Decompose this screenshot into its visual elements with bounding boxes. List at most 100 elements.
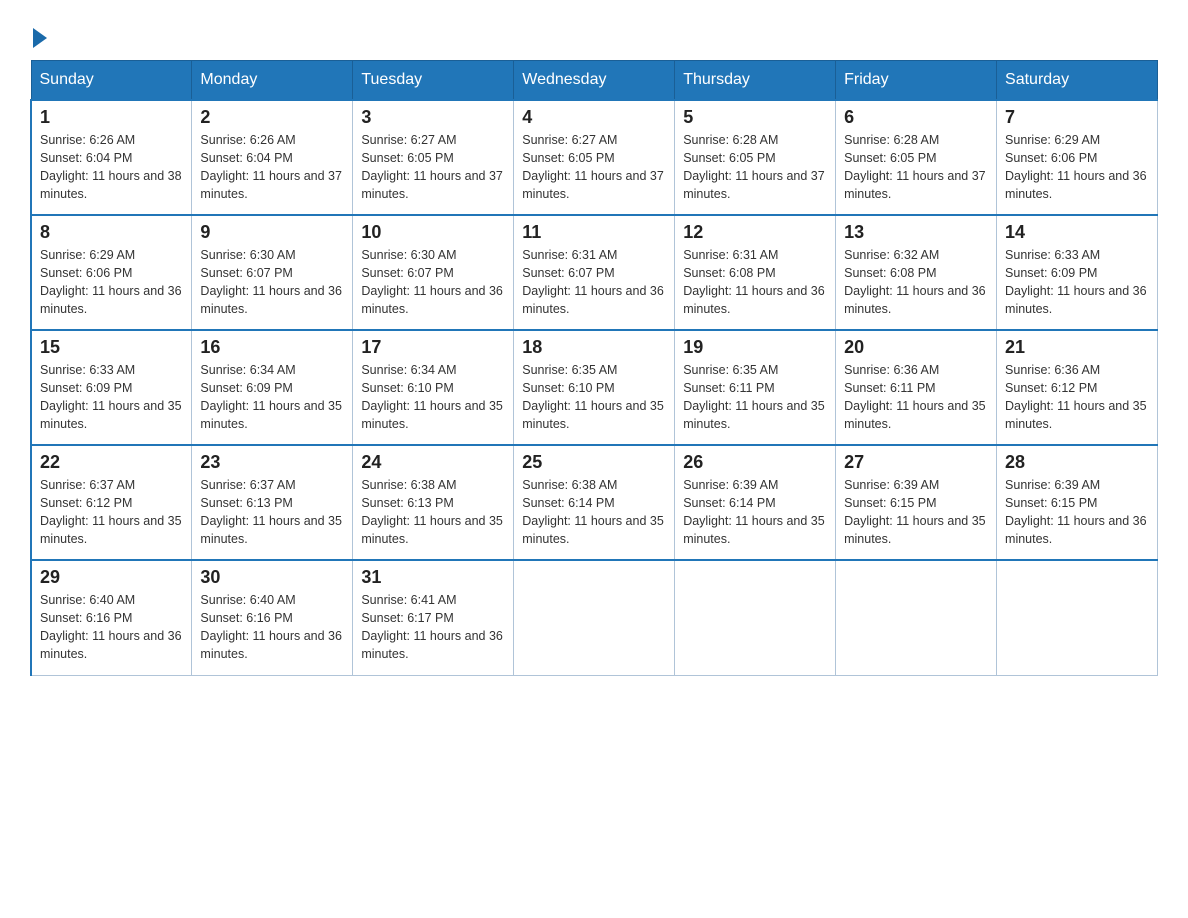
calendar-day-cell: 5 Sunrise: 6:28 AMSunset: 6:05 PMDaylight…	[675, 100, 836, 215]
day-info: Sunrise: 6:32 AMSunset: 6:08 PMDaylight:…	[844, 246, 988, 319]
day-info: Sunrise: 6:30 AMSunset: 6:07 PMDaylight:…	[361, 246, 505, 319]
day-info: Sunrise: 6:36 AMSunset: 6:12 PMDaylight:…	[1005, 361, 1149, 434]
day-number: 5	[683, 107, 827, 128]
calendar-day-cell: 13 Sunrise: 6:32 AMSunset: 6:08 PMDayligh…	[836, 215, 997, 330]
day-number: 9	[200, 222, 344, 243]
day-number: 8	[40, 222, 183, 243]
day-info: Sunrise: 6:34 AMSunset: 6:10 PMDaylight:…	[361, 361, 505, 434]
day-info: Sunrise: 6:33 AMSunset: 6:09 PMDaylight:…	[40, 361, 183, 434]
day-info: Sunrise: 6:28 AMSunset: 6:05 PMDaylight:…	[683, 131, 827, 204]
calendar-day-cell: 10 Sunrise: 6:30 AMSunset: 6:07 PMDayligh…	[353, 215, 514, 330]
calendar-day-cell: 16 Sunrise: 6:34 AMSunset: 6:09 PMDayligh…	[192, 330, 353, 445]
day-number: 19	[683, 337, 827, 358]
day-info: Sunrise: 6:38 AMSunset: 6:13 PMDaylight:…	[361, 476, 505, 549]
day-info: Sunrise: 6:39 AMSunset: 6:14 PMDaylight:…	[683, 476, 827, 549]
day-info: Sunrise: 6:35 AMSunset: 6:11 PMDaylight:…	[683, 361, 827, 434]
calendar-week-row: 29Sunrise: 6:40 AMSunset: 6:16 PMDayligh…	[31, 560, 1158, 675]
logo	[30, 20, 47, 44]
day-info: Sunrise: 6:41 AMSunset: 6:17 PMDaylight:…	[361, 591, 505, 664]
empty-cell	[997, 560, 1158, 675]
calendar-day-cell: 6 Sunrise: 6:28 AMSunset: 6:05 PMDaylight…	[836, 100, 997, 215]
day-info: Sunrise: 6:31 AMSunset: 6:07 PMDaylight:…	[522, 246, 666, 319]
day-number: 24	[361, 452, 505, 473]
weekday-header-friday: Friday	[836, 61, 997, 101]
calendar-day-cell: 17Sunrise: 6:34 AMSunset: 6:10 PMDayligh…	[353, 330, 514, 445]
calendar-day-cell: 22 Sunrise: 6:37 AMSunset: 6:12 PMDayligh…	[31, 445, 192, 560]
weekday-header-row: SundayMondayTuesdayWednesdayThursdayFrid…	[31, 61, 1158, 101]
weekday-header-thursday: Thursday	[675, 61, 836, 101]
day-number: 15	[40, 337, 183, 358]
day-info: Sunrise: 6:31 AMSunset: 6:08 PMDaylight:…	[683, 246, 827, 319]
weekday-header-sunday: Sunday	[31, 61, 192, 101]
day-info: Sunrise: 6:38 AMSunset: 6:14 PMDaylight:…	[522, 476, 666, 549]
calendar-day-cell: 15 Sunrise: 6:33 AMSunset: 6:09 PMDayligh…	[31, 330, 192, 445]
calendar-day-cell: 11 Sunrise: 6:31 AMSunset: 6:07 PMDayligh…	[514, 215, 675, 330]
empty-cell	[836, 560, 997, 675]
calendar-day-cell: 29Sunrise: 6:40 AMSunset: 6:16 PMDayligh…	[31, 560, 192, 675]
calendar-day-cell: 24 Sunrise: 6:38 AMSunset: 6:13 PMDayligh…	[353, 445, 514, 560]
calendar-day-cell: 25 Sunrise: 6:38 AMSunset: 6:14 PMDayligh…	[514, 445, 675, 560]
day-info: Sunrise: 6:27 AMSunset: 6:05 PMDaylight:…	[361, 131, 505, 204]
day-number: 31	[361, 567, 505, 588]
day-number: 2	[200, 107, 344, 128]
calendar-week-row: 8 Sunrise: 6:29 AMSunset: 6:06 PMDaylight…	[31, 215, 1158, 330]
day-number: 12	[683, 222, 827, 243]
day-info: Sunrise: 6:37 AMSunset: 6:12 PMDaylight:…	[40, 476, 183, 549]
day-number: 6	[844, 107, 988, 128]
day-info: Sunrise: 6:39 AMSunset: 6:15 PMDaylight:…	[1005, 476, 1149, 549]
weekday-header-saturday: Saturday	[997, 61, 1158, 101]
calendar-day-cell: 27 Sunrise: 6:39 AMSunset: 6:15 PMDayligh…	[836, 445, 997, 560]
day-info: Sunrise: 6:26 AMSunset: 6:04 PMDaylight:…	[40, 131, 183, 204]
weekday-header-tuesday: Tuesday	[353, 61, 514, 101]
day-info: Sunrise: 6:28 AMSunset: 6:05 PMDaylight:…	[844, 131, 988, 204]
weekday-header-wednesday: Wednesday	[514, 61, 675, 101]
day-number: 11	[522, 222, 666, 243]
day-number: 30	[200, 567, 344, 588]
day-number: 13	[844, 222, 988, 243]
day-number: 23	[200, 452, 344, 473]
day-info: Sunrise: 6:40 AMSunset: 6:16 PMDaylight:…	[200, 591, 344, 664]
calendar-day-cell: 14Sunrise: 6:33 AMSunset: 6:09 PMDayligh…	[997, 215, 1158, 330]
day-number: 4	[522, 107, 666, 128]
day-number: 18	[522, 337, 666, 358]
calendar-day-cell: 4Sunrise: 6:27 AMSunset: 6:05 PMDaylight…	[514, 100, 675, 215]
calendar-day-cell: 2Sunrise: 6:26 AMSunset: 6:04 PMDaylight…	[192, 100, 353, 215]
day-info: Sunrise: 6:29 AMSunset: 6:06 PMDaylight:…	[40, 246, 183, 319]
calendar-day-cell: 7 Sunrise: 6:29 AMSunset: 6:06 PMDaylight…	[997, 100, 1158, 215]
empty-cell	[514, 560, 675, 675]
day-info: Sunrise: 6:34 AMSunset: 6:09 PMDaylight:…	[200, 361, 344, 434]
day-info: Sunrise: 6:36 AMSunset: 6:11 PMDaylight:…	[844, 361, 988, 434]
day-number: 27	[844, 452, 988, 473]
day-number: 3	[361, 107, 505, 128]
day-number: 25	[522, 452, 666, 473]
day-number: 10	[361, 222, 505, 243]
day-number: 16	[200, 337, 344, 358]
calendar-week-row: 22 Sunrise: 6:37 AMSunset: 6:12 PMDayligh…	[31, 445, 1158, 560]
calendar-table: SundayMondayTuesdayWednesdayThursdayFrid…	[30, 60, 1158, 676]
calendar-week-row: 1 Sunrise: 6:26 AMSunset: 6:04 PMDaylight…	[31, 100, 1158, 215]
calendar-day-cell: 28 Sunrise: 6:39 AMSunset: 6:15 PMDayligh…	[997, 445, 1158, 560]
calendar-day-cell: 30 Sunrise: 6:40 AMSunset: 6:16 PMDayligh…	[192, 560, 353, 675]
day-number: 1	[40, 107, 183, 128]
day-info: Sunrise: 6:39 AMSunset: 6:15 PMDaylight:…	[844, 476, 988, 549]
calendar-day-cell: 1 Sunrise: 6:26 AMSunset: 6:04 PMDaylight…	[31, 100, 192, 215]
page-header	[30, 20, 1158, 44]
calendar-day-cell: 8 Sunrise: 6:29 AMSunset: 6:06 PMDaylight…	[31, 215, 192, 330]
calendar-week-row: 15 Sunrise: 6:33 AMSunset: 6:09 PMDayligh…	[31, 330, 1158, 445]
day-info: Sunrise: 6:29 AMSunset: 6:06 PMDaylight:…	[1005, 131, 1149, 204]
empty-cell	[675, 560, 836, 675]
calendar-day-cell: 31 Sunrise: 6:41 AMSunset: 6:17 PMDayligh…	[353, 560, 514, 675]
calendar-day-cell: 9 Sunrise: 6:30 AMSunset: 6:07 PMDaylight…	[192, 215, 353, 330]
logo-arrow-icon	[33, 28, 47, 48]
day-number: 22	[40, 452, 183, 473]
calendar-day-cell: 18Sunrise: 6:35 AMSunset: 6:10 PMDayligh…	[514, 330, 675, 445]
weekday-header-monday: Monday	[192, 61, 353, 101]
day-info: Sunrise: 6:37 AMSunset: 6:13 PMDaylight:…	[200, 476, 344, 549]
day-number: 20	[844, 337, 988, 358]
day-number: 28	[1005, 452, 1149, 473]
day-info: Sunrise: 6:40 AMSunset: 6:16 PMDaylight:…	[40, 591, 183, 664]
day-number: 7	[1005, 107, 1149, 128]
calendar-day-cell: 26Sunrise: 6:39 AMSunset: 6:14 PMDayligh…	[675, 445, 836, 560]
day-info: Sunrise: 6:30 AMSunset: 6:07 PMDaylight:…	[200, 246, 344, 319]
calendar-day-cell: 3 Sunrise: 6:27 AMSunset: 6:05 PMDaylight…	[353, 100, 514, 215]
